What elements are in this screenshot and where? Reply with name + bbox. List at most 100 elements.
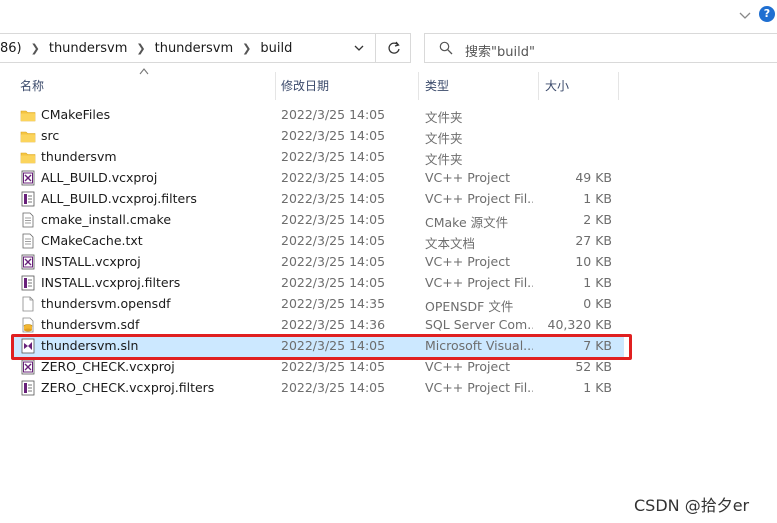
file-name: thundersvm.opensdf — [41, 296, 171, 311]
file-type: VC++ Project — [425, 170, 510, 185]
file-type: 文件夹 — [425, 152, 463, 167]
file-type: VC++ Project Fil... — [425, 275, 533, 290]
breadcrumb-separator-icon[interactable]: ❯ — [25, 42, 46, 55]
file-row[interactable]: cmake_install.cmake 2022/3/25 14:05 CMak… — [12, 210, 624, 231]
folder-icon — [20, 107, 36, 123]
file-type: 文本文档 — [425, 236, 476, 251]
file-row-selected[interactable]: thundersvm.sln 2022/3/25 14:05 Microsoft… — [12, 336, 624, 357]
file-date: 2022/3/25 14:36 — [281, 317, 386, 332]
file-size: 40,320 KB — [547, 317, 612, 332]
file-date: 2022/3/25 14:05 — [281, 254, 386, 269]
blank-file-icon — [20, 296, 36, 312]
file-type: VC++ Project Fil... — [425, 380, 533, 395]
folder-icon — [20, 149, 36, 165]
file-date: 2022/3/25 14:05 — [281, 191, 386, 206]
column-divider[interactable] — [618, 72, 619, 100]
column-header-name[interactable]: 名称 — [20, 72, 270, 100]
help-button[interactable]: ? — [759, 6, 775, 22]
file-date: 2022/3/25 14:05 — [281, 359, 386, 374]
file-name: CMakeFiles — [41, 107, 111, 122]
file-name: ZERO_CHECK.vcxproj.filters — [41, 380, 215, 395]
file-size: 0 KB — [583, 296, 612, 311]
file-name: cmake_install.cmake — [41, 212, 172, 227]
sdf-file-icon — [20, 317, 36, 333]
breadcrumb-separator-icon[interactable]: ❯ — [130, 42, 151, 55]
breadcrumb-item-thundersvm-sub[interactable]: thundersvm — [152, 41, 237, 56]
file-row[interactable]: thundersvm.sdf 2022/3/25 14:36 SQL Serve… — [12, 315, 624, 336]
refresh-button[interactable] — [375, 34, 411, 62]
file-type: Microsoft Visual... — [425, 338, 533, 353]
file-date: 2022/3/25 14:05 — [281, 380, 386, 395]
vcxproj-icon — [20, 254, 36, 270]
file-row[interactable]: thundersvm.opensdf 2022/3/25 14:35 OPENS… — [12, 294, 624, 315]
file-row[interactable]: thundersvm 2022/3/25 14:05 文件夹 — [12, 147, 624, 168]
file-name: thundersvm.sdf — [41, 317, 140, 332]
file-type: OPENSDF 文件 — [425, 299, 514, 314]
address-history-chevron-icon[interactable] — [353, 42, 365, 54]
breadcrumb: 86) ❯ thundersvm ❯ thundersvm ❯ build — [0, 34, 295, 62]
file-date: 2022/3/25 14:35 — [281, 296, 386, 311]
vcxproj-filters-icon — [20, 275, 36, 291]
column-header-type[interactable]: 类型 — [425, 72, 525, 100]
file-size: 10 KB — [575, 254, 612, 269]
file-row[interactable]: ALL_BUILD.vcxproj.filters 2022/3/25 14:0… — [12, 189, 624, 210]
column-header-size[interactable]: 大小 — [545, 72, 605, 100]
file-date: 2022/3/25 14:05 — [281, 212, 386, 227]
sln-icon — [20, 338, 36, 354]
file-size: 49 KB — [575, 170, 612, 185]
file-size: 52 KB — [575, 359, 612, 374]
window-top-strip: ? — [0, 0, 777, 30]
file-row[interactable]: INSTALL.vcxproj 2022/3/25 14:05 VC++ Pro… — [12, 252, 624, 273]
file-type: VC++ Project — [425, 254, 510, 269]
file-date: 2022/3/25 14:05 — [281, 170, 386, 185]
column-header-date[interactable]: 修改日期 — [281, 72, 411, 100]
refresh-icon — [387, 41, 400, 54]
column-divider[interactable] — [275, 72, 276, 100]
file-date: 2022/3/25 14:05 — [281, 338, 386, 353]
file-row[interactable]: INSTALL.vcxproj.filters 2022/3/25 14:05 … — [12, 273, 624, 294]
file-size: 1 KB — [583, 275, 612, 290]
watermark-text: CSDN @拾夕er — [634, 496, 750, 515]
file-size: 1 KB — [583, 191, 612, 206]
file-size: 27 KB — [575, 233, 612, 248]
search-icon — [439, 41, 453, 55]
vcxproj-icon — [20, 170, 36, 186]
file-date: 2022/3/25 14:05 — [281, 149, 386, 164]
file-name: INSTALL.vcxproj — [41, 254, 141, 269]
vcxproj-filters-icon — [20, 191, 36, 207]
text-file-icon — [20, 212, 36, 228]
breadcrumb-separator-icon[interactable]: ❯ — [236, 42, 257, 55]
vcxproj-icon — [20, 359, 36, 375]
file-date: 2022/3/25 14:05 — [281, 275, 386, 290]
file-row[interactable]: ALL_BUILD.vcxproj 2022/3/25 14:05 VC++ P… — [12, 168, 624, 189]
file-size: 2 KB — [583, 212, 612, 227]
file-type: VC++ Project Fil... — [425, 191, 533, 206]
file-row[interactable]: src 2022/3/25 14:05 文件夹 — [12, 126, 624, 147]
file-type: SQL Server Com... — [425, 317, 533, 332]
file-name: ALL_BUILD.vcxproj — [41, 170, 158, 185]
file-name: ZERO_CHECK.vcxproj — [41, 359, 175, 374]
file-type: 文件夹 — [425, 131, 463, 146]
search-box[interactable]: 搜索"build" — [424, 33, 777, 63]
file-row[interactable]: CMakeFiles 2022/3/25 14:05 文件夹 — [12, 105, 624, 126]
file-date: 2022/3/25 14:05 — [281, 107, 386, 122]
vcxproj-filters-icon — [20, 380, 36, 396]
file-type: VC++ Project — [425, 359, 510, 374]
breadcrumb-item-build[interactable]: build — [257, 41, 295, 56]
file-size: 1 KB — [583, 380, 612, 395]
breadcrumb-item-parent[interactable]: 86) — [0, 41, 25, 56]
file-name: src — [41, 128, 60, 143]
file-date: 2022/3/25 14:05 — [281, 128, 386, 143]
file-row[interactable]: CMakeCache.txt 2022/3/25 14:05 文本文档 27 K… — [12, 231, 624, 252]
file-row[interactable]: ZERO_CHECK.vcxproj.filters 2022/3/25 14:… — [12, 378, 624, 399]
breadcrumb-item-thundersvm[interactable]: thundersvm — [46, 41, 131, 56]
address-bar[interactable]: 86) ❯ thundersvm ❯ thundersvm ❯ build — [0, 33, 411, 63]
column-divider[interactable] — [538, 72, 539, 100]
search-input[interactable]: 搜索"build" — [465, 41, 535, 60]
file-date: 2022/3/25 14:05 — [281, 233, 386, 248]
file-row[interactable]: ZERO_CHECK.vcxproj 2022/3/25 14:05 VC++ … — [12, 357, 624, 378]
file-size: 7 KB — [583, 338, 612, 353]
file-name: INSTALL.vcxproj.filters — [41, 275, 181, 290]
column-divider[interactable] — [418, 72, 419, 100]
chevron-down-icon[interactable] — [738, 8, 752, 22]
